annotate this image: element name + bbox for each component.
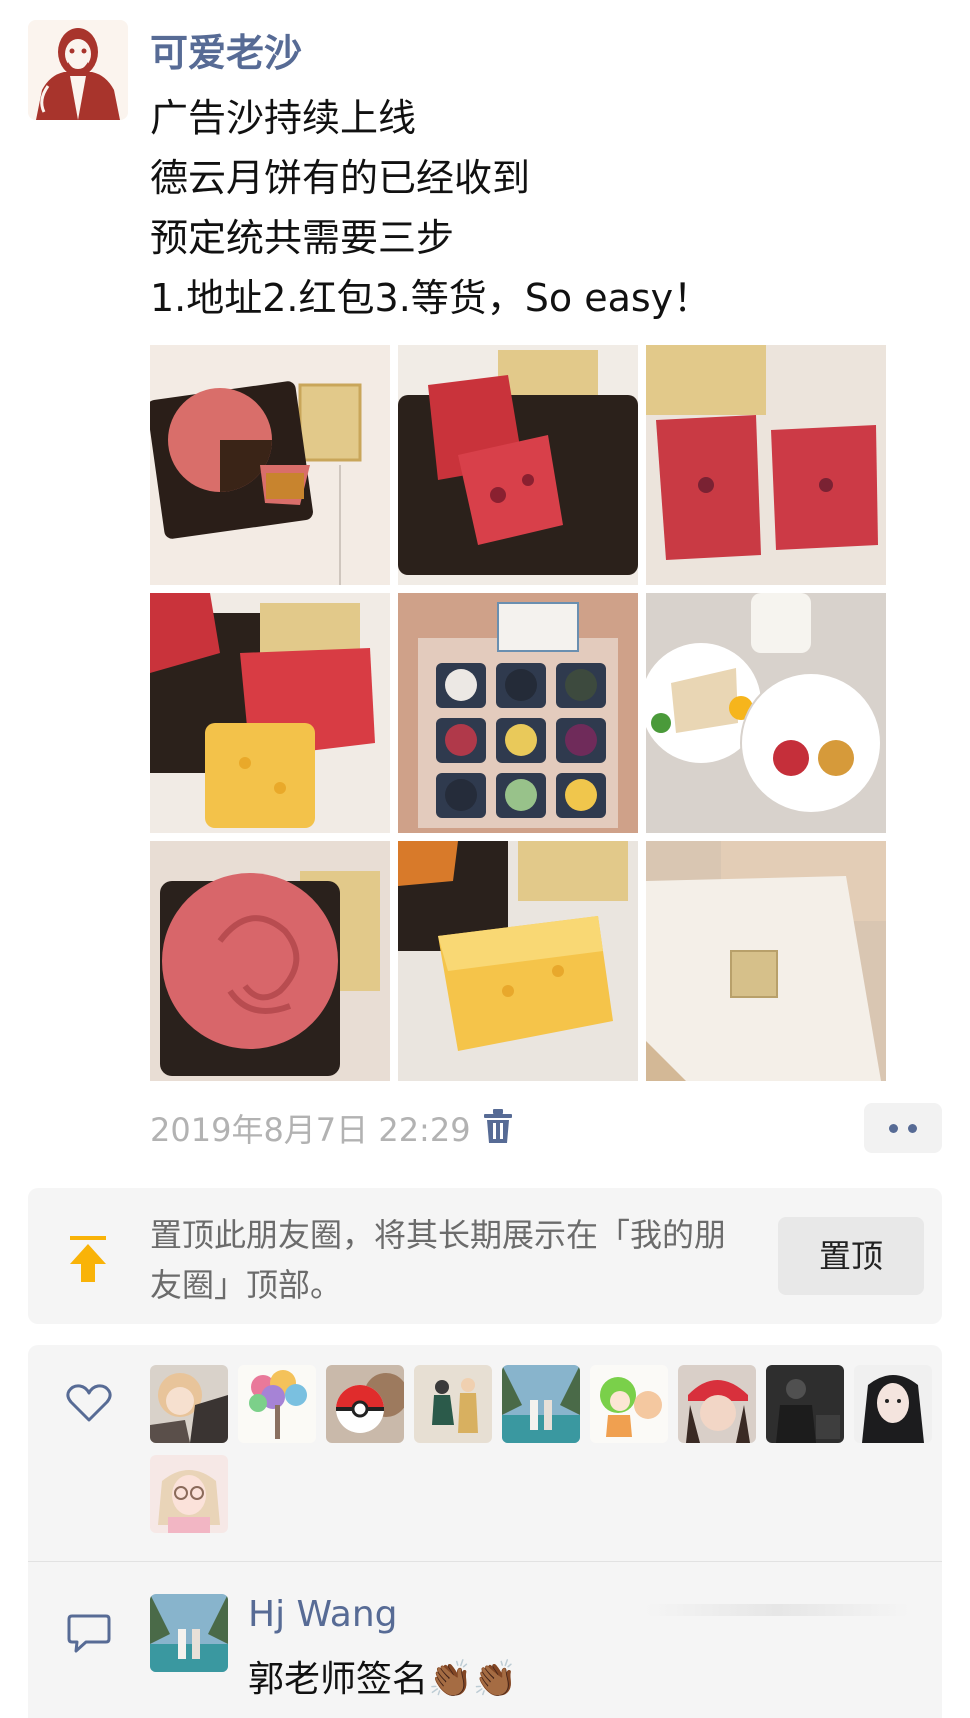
photo-thumbnail[interactable] [398, 345, 638, 585]
dark-photo-avatar-icon [766, 1365, 844, 1443]
pin-description: 置顶此朋友圈，将其长期展示在「我的朋友圈」顶部。 [150, 1216, 727, 1304]
commenter-avatar[interactable] [150, 1594, 228, 1672]
post-text-line: 预定统共需要三步 [150, 216, 455, 260]
red-and-yellow-mooncake-photo-icon [150, 593, 390, 833]
photo-thumbnail[interactable] [150, 841, 390, 1081]
post-timestamp: 2019年8月7日 22:29 [150, 1111, 471, 1149]
photo-grid [150, 345, 890, 1081]
trash-icon [484, 1109, 512, 1143]
mooncake-plate-milk-photo-icon [646, 593, 886, 833]
red-mooncake-halves-photo-icon [646, 345, 886, 585]
author-avatar[interactable] [28, 20, 128, 120]
delete-post-button[interactable] [482, 1108, 514, 1144]
photo-thumbnail[interactable] [150, 593, 390, 833]
liker-avatar[interactable] [326, 1365, 404, 1443]
pin-to-top-icon [66, 1234, 110, 1284]
post-text-line: 广告沙持续上线 [150, 96, 417, 140]
post-text: 广告沙持续上线 德云月饼有的已经收到 预定统共需要三步 1.地址2.红包3.等货… [150, 88, 711, 328]
cartoon-figures-avatar-icon [414, 1365, 492, 1443]
liker-avatar[interactable] [766, 1365, 844, 1443]
yellow-mooncake-slice-photo-icon [398, 841, 638, 1081]
girl-red-hat-avatar-icon [678, 1365, 756, 1443]
red-mooncake-broken-photo-icon [398, 345, 638, 585]
liker-avatar[interactable] [414, 1365, 492, 1443]
pink-rose-mooncake-photo-icon [150, 841, 390, 1081]
cream-gift-box-photo-icon [646, 841, 886, 1081]
photo-thumbnail[interactable] [150, 345, 390, 585]
photo-thumbnail[interactable] [646, 593, 886, 833]
likes-comments-divider [28, 1561, 942, 1562]
pokeball-avatar-icon [326, 1365, 404, 1443]
couple-lake-avatar-icon [150, 1594, 228, 1672]
girl-glasses-avatar-icon [150, 1455, 228, 1533]
author-name[interactable]: 可爱老沙 [150, 22, 302, 77]
heart-icon [66, 1383, 112, 1423]
photo-thumbnail[interactable] [646, 345, 886, 585]
post-text-line: 德云月饼有的已经收到 [150, 156, 531, 200]
liker-avatar[interactable] [150, 1455, 228, 1533]
comment-text: 郭老师签名👏🏾👏🏾 [248, 1659, 518, 1700]
colorful-tree-drawing-avatar-icon [238, 1365, 316, 1443]
liker-avatar[interactable] [150, 1365, 228, 1443]
anime-girl-avatar-icon [150, 1365, 228, 1443]
liker-avatar[interactable] [590, 1365, 668, 1443]
commenter-name[interactable]: Hj Wang [248, 1594, 398, 1635]
redacted-bar [645, 1604, 910, 1616]
couple-lake-avatar-icon [502, 1365, 580, 1443]
liker-avatar[interactable] [502, 1365, 580, 1443]
comment-bubble-icon [66, 1612, 112, 1654]
pink-mooncake-cut-photo-icon [150, 345, 390, 585]
liker-avatar[interactable] [854, 1365, 932, 1443]
liker-avatar[interactable] [678, 1365, 756, 1443]
girl-long-hair-avatar-icon [854, 1365, 932, 1443]
post-text-line: 1.地址2.红包3.等货，So easy！ [150, 276, 712, 320]
more-actions-button[interactable] [864, 1103, 942, 1153]
guo-degang-portrait-icon [28, 20, 128, 120]
liker-avatar[interactable] [238, 1365, 316, 1443]
photo-thumbnail[interactable] [646, 841, 886, 1081]
pin-to-top-button[interactable]: 置顶 [778, 1217, 924, 1295]
photo-thumbnail[interactable] [398, 841, 638, 1081]
mooncake-gift-box-nine-photo-icon [398, 593, 638, 833]
green-hair-cartoon-avatar-icon [590, 1365, 668, 1443]
photo-thumbnail[interactable] [398, 593, 638, 833]
